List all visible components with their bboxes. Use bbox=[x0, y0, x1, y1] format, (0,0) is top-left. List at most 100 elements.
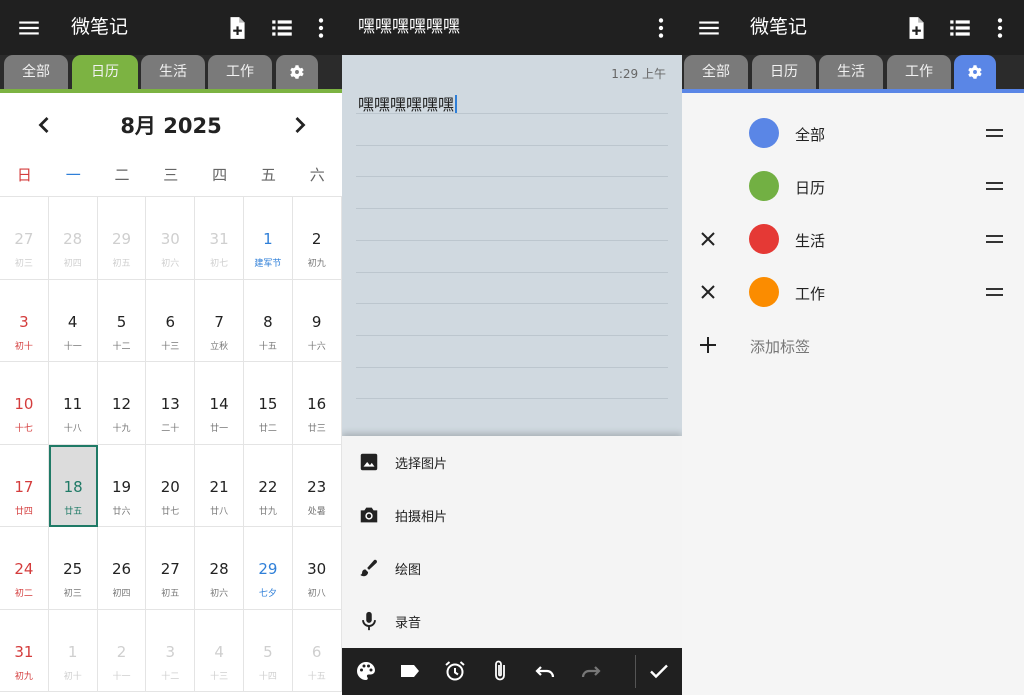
list-view-icon[interactable] bbox=[269, 15, 295, 41]
toolbar-divider bbox=[635, 655, 636, 688]
calendar-day[interactable]: 13 二十 bbox=[146, 362, 196, 445]
calendar-day[interactable]: 6 十三 bbox=[146, 279, 196, 362]
drag-handle-icon[interactable] bbox=[986, 235, 1003, 243]
calendar-day[interactable]: 6 十五 bbox=[292, 609, 342, 692]
calendar-day[interactable]: 26 初四 bbox=[97, 527, 147, 610]
delete-tag-icon[interactable] bbox=[696, 227, 720, 251]
tab-settings[interactable] bbox=[276, 55, 318, 89]
drag-handle-icon[interactable] bbox=[986, 129, 1003, 137]
calendar-day[interactable]: 31 初七 bbox=[195, 197, 244, 280]
list-view-icon[interactable] bbox=[947, 15, 973, 41]
calendar-day[interactable]: 17 廿四 bbox=[0, 444, 49, 527]
tab-all[interactable]: 全部 bbox=[684, 55, 748, 89]
calendar-day[interactable]: 25 初三 bbox=[48, 527, 98, 610]
calendar-day[interactable]: 5 十四 bbox=[244, 609, 293, 692]
menu-icon[interactable] bbox=[696, 15, 722, 41]
tab-work[interactable]: 工作 bbox=[208, 55, 272, 89]
calendar-day[interactable]: 12 十九 bbox=[97, 362, 147, 445]
calendar-day[interactable]: 27 初五 bbox=[146, 527, 196, 610]
calendar-day[interactable]: 22 廿九 bbox=[244, 444, 293, 527]
calendar-day[interactable]: 31 初九 bbox=[0, 609, 49, 692]
save-check-icon[interactable] bbox=[647, 659, 671, 683]
add-tag-button[interactable]: 添加标签 bbox=[682, 319, 1024, 372]
calendar-day[interactable]: 16 廿三 bbox=[292, 362, 342, 445]
tag-row[interactable]: 日历 bbox=[682, 160, 1024, 213]
new-note-icon[interactable] bbox=[903, 15, 929, 41]
tab-all[interactable]: 全部 bbox=[4, 55, 68, 89]
day-number: 3 bbox=[19, 312, 29, 331]
note-text-input[interactable]: 嘿嘿嘿嘿嘿嘿 bbox=[358, 91, 458, 115]
calendar-day[interactable]: 19 廿六 bbox=[97, 444, 147, 527]
calendar-day[interactable]: 14 廿一 bbox=[195, 362, 244, 445]
tab-settings[interactable] bbox=[954, 55, 996, 89]
calendar-day[interactable]: 21 廿八 bbox=[195, 444, 244, 527]
day-number: 7 bbox=[214, 312, 224, 331]
calendar-day[interactable]: 23 处暑 bbox=[292, 444, 342, 527]
calendar-day[interactable]: 8 十五 bbox=[244, 279, 293, 362]
more-options-icon[interactable] bbox=[308, 15, 334, 41]
calendar-day-today[interactable]: 18 廿五 bbox=[48, 444, 98, 527]
calendar-day[interactable]: 30 初六 bbox=[146, 197, 196, 280]
alarm-icon[interactable] bbox=[443, 659, 467, 683]
choose-image-option[interactable]: 选择图片 bbox=[342, 436, 682, 489]
calendar-day[interactable]: 30 初八 bbox=[292, 527, 342, 610]
tab-life[interactable]: 生活 bbox=[141, 55, 205, 89]
take-photo-option[interactable]: 拍摄相片 bbox=[342, 489, 682, 542]
more-options-icon[interactable] bbox=[987, 15, 1013, 41]
redo-icon[interactable] bbox=[579, 659, 603, 683]
day-number: 10 bbox=[14, 395, 34, 413]
tag-color-dot[interactable] bbox=[749, 171, 779, 201]
tag-color-dot[interactable] bbox=[749, 118, 779, 148]
drag-handle-icon[interactable] bbox=[986, 288, 1003, 296]
tab-life[interactable]: 生活 bbox=[819, 55, 883, 89]
delete-tag-icon[interactable] bbox=[696, 280, 720, 304]
tag-color-dot[interactable] bbox=[749, 277, 779, 307]
calendar-day[interactable]: 27 初三 bbox=[0, 197, 49, 280]
lunar-date: 初十 bbox=[14, 341, 33, 352]
calendar-day[interactable]: 1 初十 bbox=[48, 609, 98, 692]
calendar-day[interactable]: 7 立秋 bbox=[195, 279, 244, 362]
undo-icon[interactable] bbox=[533, 659, 557, 683]
calendar-day[interactable]: 1 建军节 bbox=[244, 197, 293, 280]
lunar-date: 初四 bbox=[112, 589, 131, 599]
drawing-label: 绘图 bbox=[395, 563, 422, 578]
calendar-day[interactable]: 11 十八 bbox=[48, 362, 98, 445]
calendar-day[interactable]: 29 初五 bbox=[97, 197, 147, 280]
calendar-day[interactable]: 28 初六 bbox=[195, 527, 244, 610]
new-note-icon[interactable] bbox=[224, 15, 250, 41]
drawing-option[interactable]: 绘图 bbox=[342, 542, 682, 595]
calendar-day[interactable]: 10 十七 bbox=[0, 362, 49, 445]
record-audio-option[interactable]: 录音 bbox=[342, 595, 682, 648]
label-tag-icon[interactable] bbox=[398, 659, 422, 683]
tag-row[interactable]: 生活 bbox=[682, 213, 1024, 266]
palette-icon[interactable] bbox=[354, 659, 378, 683]
lunar-date: 建军节 bbox=[254, 259, 282, 269]
calendar-day[interactable]: 4 十三 bbox=[195, 609, 244, 692]
tag-row[interactable]: 工作 bbox=[682, 266, 1024, 319]
calendar-day[interactable]: 3 十二 bbox=[146, 609, 196, 692]
calendar-day[interactable]: 29 七夕 bbox=[244, 527, 293, 610]
next-month-button[interactable] bbox=[286, 111, 314, 139]
attachment-icon[interactable] bbox=[488, 659, 512, 683]
calendar-day[interactable]: 15 廿二 bbox=[244, 362, 293, 445]
tag-color-dot[interactable] bbox=[749, 224, 779, 254]
tab-work[interactable]: 工作 bbox=[887, 55, 951, 89]
day-number: 19 bbox=[111, 477, 132, 496]
note-edit-area[interactable]: 1:29 上午 嘿嘿嘿嘿嘿嘿 bbox=[342, 55, 682, 436]
calendar-day[interactable]: 3 初十 bbox=[0, 279, 49, 362]
calendar-day[interactable]: 2 初九 bbox=[292, 197, 342, 280]
calendar-day[interactable]: 20 廿七 bbox=[146, 444, 196, 527]
calendar-day[interactable]: 4 十一 bbox=[48, 279, 98, 362]
tab-calendar[interactable]: 日历 bbox=[72, 55, 138, 89]
lunar-date: 初二 bbox=[14, 589, 33, 599]
calendar-day[interactable]: 24 初二 bbox=[0, 527, 49, 610]
drag-handle-icon[interactable] bbox=[986, 182, 1003, 190]
calendar-day[interactable]: 5 十二 bbox=[97, 279, 147, 362]
more-options-icon[interactable] bbox=[648, 15, 674, 41]
calendar-day[interactable]: 9 十六 bbox=[292, 279, 342, 362]
calendar-day[interactable]: 28 初四 bbox=[48, 197, 98, 280]
calendar-day[interactable]: 2 十一 bbox=[97, 609, 147, 692]
tab-calendar[interactable]: 日历 bbox=[752, 55, 816, 89]
tag-row[interactable]: 全部 bbox=[682, 107, 1024, 160]
menu-icon[interactable] bbox=[16, 15, 42, 41]
